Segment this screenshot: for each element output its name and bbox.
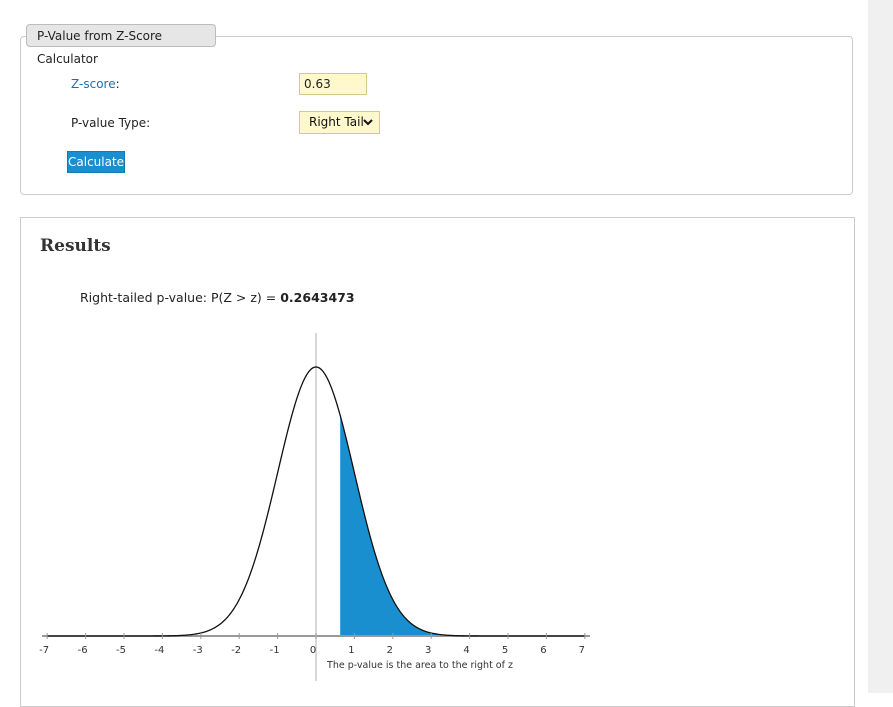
x-tick-label: 1	[348, 645, 354, 656]
x-tick-label: -5	[116, 645, 126, 656]
shaded-tail-area	[340, 415, 585, 636]
x-tick-label: 2	[387, 645, 393, 656]
x-tick-label: -4	[154, 645, 164, 656]
chart-caption: The p-value is the area to the right of …	[326, 660, 513, 671]
x-tick-label: 6	[540, 645, 546, 656]
x-tick-label: -6	[78, 645, 88, 656]
x-tick-label: 7	[579, 645, 585, 656]
x-tick-label: 0	[310, 645, 316, 656]
x-tick-label: -1	[270, 645, 280, 656]
x-tick-label: 5	[502, 645, 508, 656]
normal-distribution-chart: -7 -6 -5 -4 -3 -2 -1 0 1 2 3 4 5 6 7 The p-value is the…	[39, 333, 590, 681]
x-tick-label: -2	[231, 645, 241, 656]
x-tick-label: -7	[39, 645, 49, 656]
x-tick-label: -3	[193, 645, 203, 656]
x-tick-label: 3	[425, 645, 431, 656]
x-tick-label: 4	[463, 645, 469, 656]
